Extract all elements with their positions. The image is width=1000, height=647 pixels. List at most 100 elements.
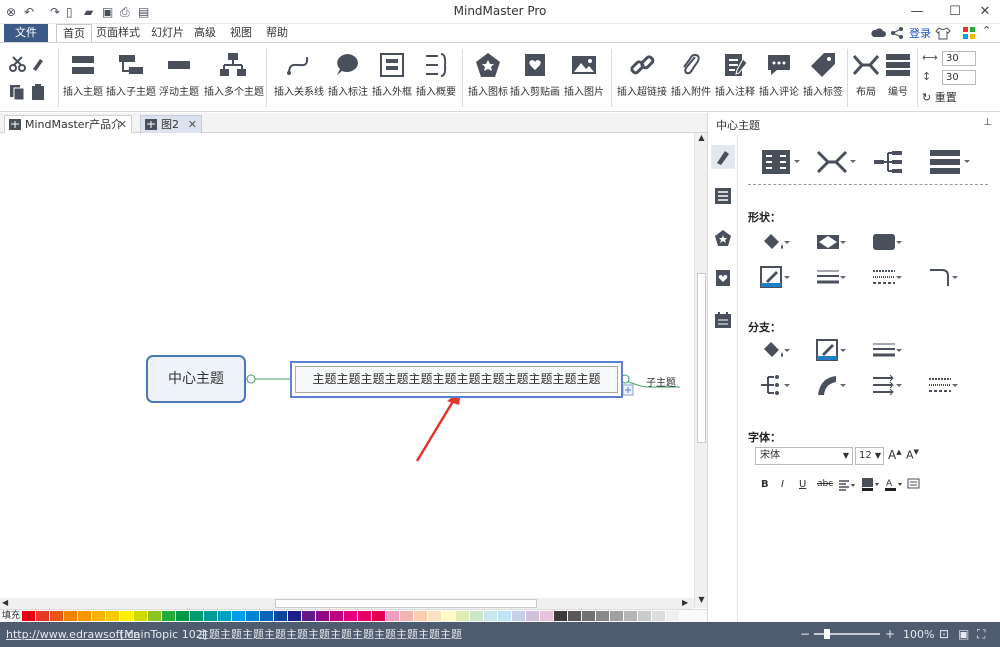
fullscreen-icon[interactable]: ⛶ [977, 622, 985, 647]
close-tab-icon[interactable]: ✕ [118, 116, 127, 133]
color-swatch[interactable] [64, 611, 77, 621]
color-swatch[interactable] [288, 611, 301, 621]
cut-icon[interactable] [8, 55, 28, 73]
color-swatch[interactable] [414, 611, 427, 621]
color-swatch[interactable] [330, 611, 343, 621]
color-swatch[interactable] [400, 611, 413, 621]
strikethrough-button[interactable]: abc [817, 479, 833, 489]
color-swatch[interactable] [148, 611, 161, 621]
tab-page-style[interactable]: 页面样式 [90, 24, 146, 42]
color-swatch[interactable] [134, 611, 147, 621]
insert-attachment-button[interactable]: 插入附件 [670, 49, 712, 107]
branch-fill-icon[interactable] [760, 339, 790, 361]
horizontal-scroll-thumb[interactable] [275, 599, 537, 608]
minimize-button[interactable]: — [902, 2, 932, 22]
branch-connector-icon[interactable] [760, 374, 790, 396]
task-icon[interactable] [714, 311, 732, 329]
align-icon[interactable] [838, 479, 856, 491]
insert-subtopic-button[interactable]: 插入子主题 [106, 49, 156, 107]
branch-line-color-icon[interactable] [816, 339, 846, 361]
underline-button[interactable]: U [799, 479, 806, 490]
branch-curve-icon[interactable] [816, 374, 846, 396]
numbering-button[interactable]: 编号 [882, 49, 914, 107]
vertical-scroll-thumb[interactable] [697, 273, 706, 443]
color-swatch[interactable] [386, 611, 399, 621]
font-color-icon[interactable]: A [884, 477, 904, 491]
fill-bucket-icon[interactable] [760, 231, 790, 253]
color-swatch[interactable] [568, 611, 581, 621]
color-swatch[interactable] [428, 611, 441, 621]
insert-topic-button[interactable]: 插入主题 [62, 49, 104, 107]
close-button[interactable]: ✕ [970, 2, 1000, 22]
cloud-icon[interactable] [870, 26, 886, 40]
insert-tag-button[interactable]: 插入标签 [802, 49, 844, 107]
format-painter-icon[interactable] [30, 55, 46, 73]
paste-icon[interactable] [30, 83, 48, 101]
insert-note-button[interactable]: 插入注释 [714, 49, 756, 107]
italic-button[interactable]: I [781, 479, 784, 490]
color-swatch[interactable] [22, 611, 35, 621]
sub-topic-node[interactable]: 子主题 [646, 374, 676, 389]
color-swatch[interactable] [204, 611, 217, 621]
color-swatch[interactable] [358, 611, 371, 621]
color-swatch[interactable] [582, 611, 595, 621]
fit-width-icon[interactable]: ▣ [958, 622, 969, 647]
color-swatch[interactable] [610, 611, 623, 621]
color-swatch[interactable] [106, 611, 119, 621]
corner-style-icon[interactable] [928, 266, 958, 288]
color-swatch[interactable] [372, 611, 385, 621]
line-dash-icon[interactable] [872, 266, 902, 288]
zoom-slider[interactable] [814, 629, 880, 639]
icon-library-icon[interactable] [714, 229, 732, 247]
color-swatch[interactable] [302, 611, 315, 621]
color-swatch[interactable] [666, 611, 679, 621]
insert-summary-button[interactable]: 插入概要 [416, 49, 456, 107]
horizontal-spacing-input[interactable]: 30 [942, 51, 976, 66]
copy-icon[interactable] [8, 83, 26, 101]
scroll-up-icon[interactable]: ▲ [696, 133, 707, 145]
color-swatch[interactable] [176, 611, 189, 621]
line-color-icon[interactable] [760, 266, 790, 288]
color-swatch[interactable] [512, 611, 525, 621]
layout-preset-fishbone-icon[interactable] [816, 148, 856, 176]
close-tab-icon[interactable]: ✕ [188, 116, 197, 133]
zoom-out-icon[interactable]: − [800, 622, 810, 647]
vertical-scrollbar[interactable]: ▲ ▼ [694, 133, 707, 608]
color-swatch[interactable] [50, 611, 63, 621]
color-swatch[interactable] [218, 611, 231, 621]
color-swatch[interactable] [652, 611, 665, 621]
branch-arrow-icon[interactable] [872, 374, 902, 396]
maximize-button[interactable]: ☐ [940, 2, 970, 22]
tab-advanced[interactable]: 高级 [188, 24, 222, 42]
color-swatch[interactable] [36, 611, 49, 621]
insert-picture-button[interactable]: 插入图片 [563, 49, 605, 107]
insert-comment-button[interactable]: 插入评论 [758, 49, 800, 107]
color-swatch[interactable] [596, 611, 609, 621]
shape-style-icon[interactable] [816, 231, 846, 253]
apps-icon[interactable] [962, 26, 976, 40]
shirt-icon[interactable] [935, 26, 951, 40]
color-swatch[interactable] [470, 611, 483, 621]
vertical-spacing-input[interactable]: 30 [942, 70, 976, 85]
color-swatch[interactable] [78, 611, 91, 621]
color-swatch[interactable] [624, 611, 637, 621]
tab-help[interactable]: 帮助 [260, 24, 294, 42]
insert-hyperlink-button[interactable]: 插入超链接 [616, 49, 668, 107]
tab-doc-figure2[interactable]: 图2 ✕ [140, 115, 202, 133]
color-swatch[interactable] [92, 611, 105, 621]
increase-font-icon[interactable]: A▲ [888, 448, 902, 462]
zoom-slider-handle[interactable] [824, 629, 830, 639]
tab-home[interactable]: 首页 [56, 24, 92, 42]
branch-dash-icon[interactable] [928, 374, 958, 396]
format-icon[interactable] [711, 145, 735, 169]
pin-icon[interactable]: ⊥ [983, 117, 992, 128]
color-swatch[interactable] [526, 611, 539, 621]
collapse-center-handle[interactable] [246, 374, 256, 384]
scroll-left-icon[interactable]: ◀ [2, 598, 8, 607]
horizontal-scrollbar[interactable]: ◀ ▶ [0, 598, 694, 609]
floating-topic-button[interactable]: 浮动主题 [158, 49, 200, 107]
color-swatch[interactable] [246, 611, 259, 621]
main-topic-node-selected[interactable]: 主题主题主题主题主题主题主题主题主题主题主题主题 [290, 361, 623, 398]
login-link[interactable]: 登录 [909, 25, 931, 41]
insert-boundary-button[interactable]: 插入外框 [372, 49, 412, 107]
